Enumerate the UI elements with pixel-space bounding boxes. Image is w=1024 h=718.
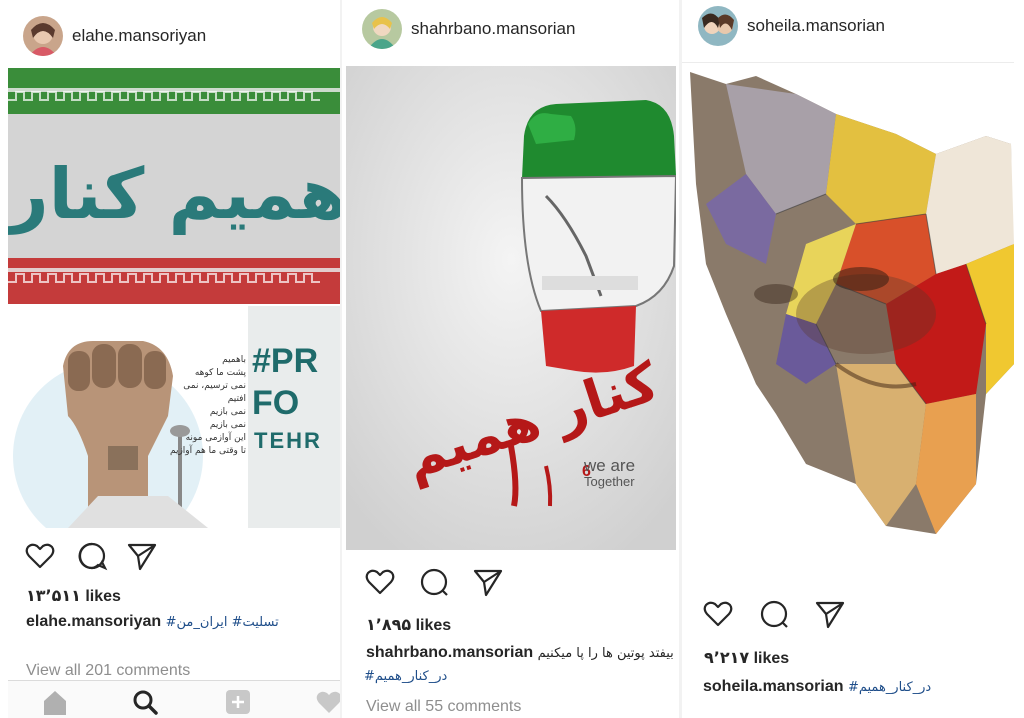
share-icon[interactable] (814, 598, 846, 630)
likes-count[interactable]: ۱۳٬۵۱۱ likes (26, 586, 121, 606)
username[interactable]: shahrbano.mansorian (411, 19, 575, 39)
post-image-banner[interactable]: #PR FO TEHR (248, 306, 340, 528)
poem-text: باهمیم پشت ما کوهه نمی ترسیم، نمی افتیم … (169, 355, 246, 456)
comment-icon[interactable] (76, 540, 108, 572)
search-icon[interactable] (130, 687, 160, 717)
view-comments-link[interactable]: View all 55 comments (366, 698, 521, 716)
caption-username[interactable]: elahe.mansoriyan (26, 613, 161, 630)
likes-count[interactable]: ۹٬۲۱۷ likes (704, 648, 789, 668)
post-image-fist[interactable]: باهمیم پشت ما کوهه نمی ترسیم، نمی افتیم … (8, 306, 246, 528)
post-panel-2: shahrbano.mansorian در کنار همیم 6 we ar… (342, 0, 682, 718)
comment-icon[interactable] (418, 566, 450, 598)
heart-nav-icon[interactable] (314, 687, 342, 717)
share-icon[interactable] (126, 540, 158, 572)
calligraphy-text: همیم کنار (8, 153, 340, 235)
post-caption-hashtags: #در_کنار_همیم (364, 667, 447, 685)
post-header[interactable]: shahrbano.mansorian (362, 9, 682, 49)
post-caption: shahrbano.mansorian بیفتد پوتین ها را پا… (366, 644, 674, 662)
avatar[interactable] (362, 9, 402, 49)
post-caption: soheila.mansorian #در_کنار_همیم (703, 678, 931, 696)
post-panel-1: elahe.mansoriyan همیم کنار باهمیم پشت ما… (0, 0, 342, 718)
post-image-map[interactable] (686, 64, 1016, 540)
likes-count[interactable]: ۱٬۸۹۵ likes (366, 615, 451, 635)
post-image[interactable]: در کنار همیم 6 we are Together (346, 66, 676, 550)
avatar[interactable] (23, 16, 63, 56)
post-caption: elahe.mansoriyan #تسلیت# ایران_من (26, 613, 279, 631)
post-header[interactable]: soheila.mansorian (698, 6, 1024, 46)
post-actions (364, 566, 504, 598)
heart-icon[interactable] (24, 540, 56, 572)
post-actions (702, 598, 846, 630)
post-actions (24, 540, 158, 572)
avatar[interactable] (698, 6, 738, 46)
username[interactable]: elahe.mansoriyan (72, 26, 206, 46)
caption-username[interactable]: shahrbano.mansorian (366, 644, 533, 661)
home-icon[interactable] (40, 687, 70, 717)
caption-hashtags[interactable]: #در_کنار_همیم (848, 680, 931, 695)
header-divider (682, 62, 1014, 63)
tagline: we are Together (584, 456, 636, 489)
username[interactable]: soheila.mansorian (747, 16, 885, 36)
comment-icon[interactable] (758, 598, 790, 630)
banner-text: #PR FO (252, 342, 319, 422)
banner-subtext: TEHR (254, 428, 322, 453)
caption-username[interactable]: soheila.mansorian (703, 678, 844, 695)
caption-hashtags[interactable]: #تسلیت# ایران_من (166, 615, 279, 630)
share-icon[interactable] (472, 566, 504, 598)
post-panel-3: soheila.mansorian ۹٬۲۱۷ likes soheila.ma… (682, 0, 1024, 718)
heart-icon[interactable] (364, 566, 396, 598)
bottom-navbar (8, 680, 342, 718)
view-comments-link[interactable]: View all 201 comments (26, 662, 190, 680)
post-image-top[interactable]: همیم کنار (8, 68, 340, 304)
caption-hashtags[interactable]: #در_کنار_همیم (364, 669, 447, 684)
heart-icon[interactable] (702, 598, 734, 630)
add-icon[interactable] (223, 687, 253, 717)
post-header[interactable]: elahe.mansoriyan (23, 16, 342, 56)
caption-text: بیفتد پوتین ها را پا میکنیم (537, 646, 674, 661)
